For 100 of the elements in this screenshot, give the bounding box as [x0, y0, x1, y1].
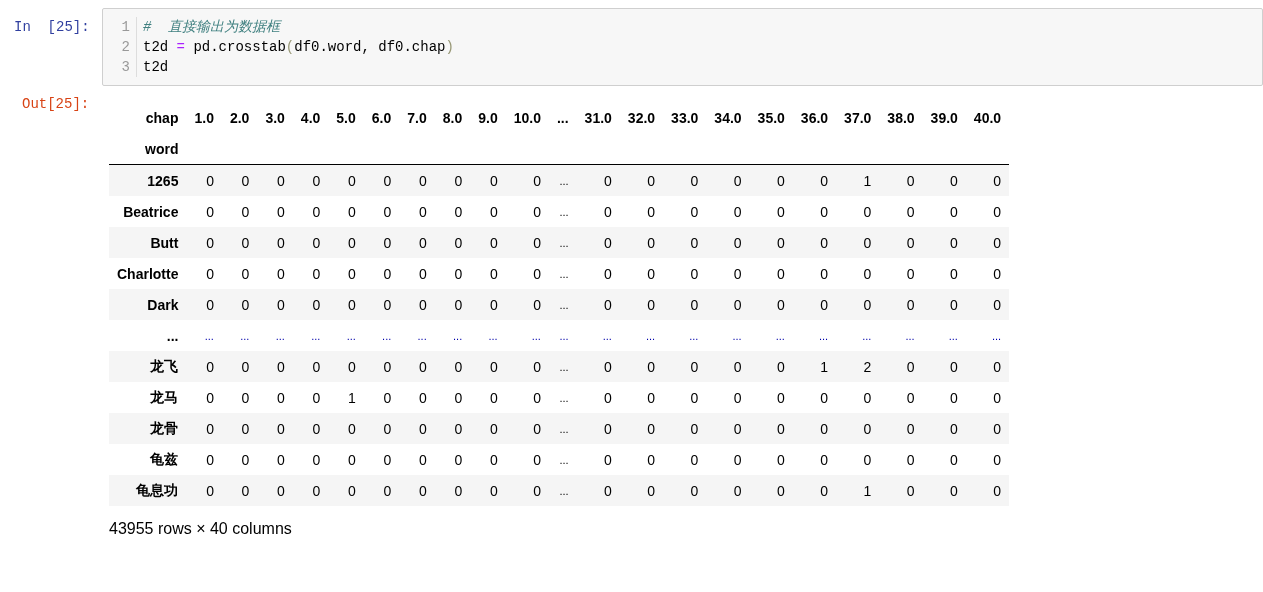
table-cell: 0	[363, 289, 400, 320]
table-cell: 0	[399, 382, 435, 413]
table-cell: 0	[576, 475, 620, 506]
table-cell: 0	[328, 258, 364, 289]
table-cell: ...	[186, 320, 222, 351]
table-cell: 0	[663, 413, 707, 444]
column-header: 40.0	[972, 108, 1003, 128]
table-cell: 0	[328, 444, 364, 475]
table-cell: 0	[965, 444, 1010, 475]
table-cell: ...	[505, 320, 549, 351]
table-cell: 0	[619, 351, 664, 382]
table-cell: 0	[792, 444, 837, 475]
table-cell: 0	[399, 413, 435, 444]
table-cell: 0	[879, 164, 923, 196]
table-cell: 0	[505, 289, 549, 320]
table-cell: 0	[434, 164, 471, 196]
table-cell: 0	[186, 413, 222, 444]
table-cell: ...	[548, 444, 577, 475]
table-cell: 0	[965, 413, 1010, 444]
table-cell: 0	[399, 444, 435, 475]
table-cell: 0	[505, 351, 549, 382]
table-cell: ...	[548, 475, 577, 506]
table-cell: 0	[257, 258, 293, 289]
table-cell: 0	[619, 258, 664, 289]
table-cell: ...	[399, 320, 435, 351]
table-cell: 0	[399, 227, 435, 258]
table-cell: 0	[749, 289, 793, 320]
table-cell: 0	[792, 413, 837, 444]
row-header: 龙骨	[109, 413, 187, 444]
row-header: 1265	[109, 164, 187, 196]
table-cell: 0	[292, 351, 329, 382]
column-header: 5.0	[335, 108, 357, 128]
table-cell: 0	[619, 289, 664, 320]
table-cell: 0	[706, 413, 750, 444]
table-cell: 0	[922, 444, 966, 475]
column-header: 39.0	[929, 108, 959, 128]
table-cell: 0	[706, 227, 750, 258]
table-cell: 0	[836, 444, 880, 475]
table-cell: 0	[706, 196, 750, 227]
table-cell: 0	[749, 413, 793, 444]
table-cell: 0	[663, 382, 707, 413]
table-cell: 0	[470, 444, 506, 475]
table-cell: 0	[879, 196, 923, 227]
table-cell: ...	[548, 289, 577, 320]
table-cell: 0	[749, 196, 793, 227]
code-editor[interactable]: 1 2 3 # 直接输出为数据框 t2d = pd.crosstab(df0.word, df0.chap) t2d	[102, 8, 1263, 86]
table-cell: 0	[257, 196, 293, 227]
table-cell: 0	[706, 258, 750, 289]
column-header: 6.0	[370, 108, 393, 128]
table-cell: 0	[470, 382, 506, 413]
table-cell: 0	[257, 164, 293, 196]
table-cell: 0	[505, 258, 549, 289]
table-cell: ...	[922, 320, 966, 351]
table-cell: 0	[257, 289, 293, 320]
table-cell: 0	[922, 164, 966, 196]
table-cell: 0	[434, 475, 471, 506]
table-cell: 0	[257, 227, 293, 258]
table-cell: 0	[221, 289, 258, 320]
table-cell: ...	[836, 320, 880, 351]
table-cell: 0	[434, 444, 471, 475]
input-prompt: In [25]:	[13, 18, 91, 35]
table-cell: 0	[221, 444, 258, 475]
table-cell: 0	[879, 227, 923, 258]
column-header: 33.0	[670, 108, 700, 128]
table-cell: 0	[965, 258, 1010, 289]
table-cell: ...	[292, 320, 329, 351]
table-cell: ...	[548, 382, 577, 413]
table-cell: 0	[292, 258, 329, 289]
index-axis-label: word	[109, 133, 187, 165]
table-cell: 0	[434, 227, 471, 258]
table-cell: 0	[505, 164, 549, 196]
table-cell: 0	[619, 382, 664, 413]
table-cell: 0	[792, 289, 837, 320]
table-cell: 0	[434, 289, 471, 320]
column-axis-label: chap	[144, 108, 180, 128]
code-line: t2d	[143, 58, 170, 77]
table-cell: ...	[363, 320, 400, 351]
table-cell: 0	[363, 196, 400, 227]
table-cell: 0	[186, 258, 222, 289]
column-header: 9.0	[477, 108, 499, 128]
table-cell: 0	[186, 289, 222, 320]
table-cell: 0	[706, 289, 750, 320]
table-cell: 0	[292, 413, 329, 444]
table-cell: 0	[292, 164, 329, 196]
table-cell: 0	[328, 351, 364, 382]
table-cell: 0	[328, 413, 364, 444]
table-cell: 0	[505, 196, 549, 227]
table-cell: 0	[749, 164, 793, 196]
table-cell: ...	[576, 320, 620, 351]
table-cell: 0	[221, 413, 258, 444]
table-cell: 0	[470, 475, 506, 506]
table-cell: 0	[363, 164, 400, 196]
table-cell: 0	[965, 164, 1010, 196]
table-cell: 0	[221, 164, 258, 196]
table-cell: 0	[706, 475, 750, 506]
column-header: 3.0	[264, 108, 286, 128]
table-cell: 0	[470, 227, 506, 258]
table-cell: ...	[470, 320, 506, 351]
table-cell: ...	[434, 320, 471, 351]
table-cell: 0	[505, 444, 549, 475]
